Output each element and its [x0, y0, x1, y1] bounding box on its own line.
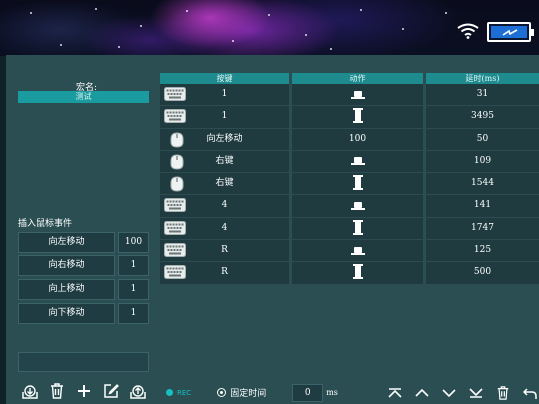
- table-row[interactable]: R 500: [160, 262, 539, 285]
- move-down-value[interactable]: 1: [118, 303, 149, 324]
- key-text: 1: [221, 111, 228, 122]
- key-text: 右键: [215, 178, 234, 189]
- wifi-icon: [457, 23, 479, 42]
- action-cell: [292, 217, 426, 240]
- key-cell: 1: [160, 84, 292, 106]
- left-toolbar: [20, 381, 148, 401]
- move-up-value[interactable]: 1: [118, 279, 149, 300]
- fixed-time-label: 固定时间: [230, 389, 267, 399]
- key-text: 向左移动: [206, 133, 243, 144]
- battery-icon: [487, 22, 534, 42]
- key-release-up-icon: [352, 219, 363, 235]
- table-row[interactable]: 4 1747: [160, 217, 539, 241]
- table-row[interactable]: 1 31: [160, 84, 539, 107]
- rec-indicator-icon[interactable]: [166, 389, 173, 396]
- macro-events-table: 按键 动作 延时(ms) 1 31 1 3495 向左移动 100 50 右键 109 右键 154…: [160, 73, 539, 285]
- ms-label: ms: [326, 388, 338, 397]
- key-release-up-icon: [352, 175, 363, 191]
- table-row[interactable]: 1 3495: [160, 106, 539, 129]
- delay-cell[interactable]: 500: [426, 262, 539, 283]
- left-panel: 宏名: 测试 插入鼠标事件 向左移动 100 向右移动 1 向上移动 1 向下移…: [6, 55, 156, 404]
- delay-cell[interactable]: 50: [426, 129, 539, 150]
- move-bottom-icon[interactable]: [467, 384, 485, 402]
- move-up-button[interactable]: 向上移动: [18, 279, 115, 300]
- keyboard-icon: [164, 265, 186, 288]
- import-icon[interactable]: [20, 381, 40, 401]
- bottom-bar: REC 固定时间 0 ms: [160, 381, 539, 404]
- key-text: R: [221, 245, 228, 256]
- trash-icon[interactable]: [47, 381, 67, 401]
- table-row[interactable]: 向左移动 100 50: [160, 128, 539, 151]
- key-text: 4: [221, 222, 228, 233]
- export-icon[interactable]: [128, 381, 148, 401]
- delay-cell[interactable]: 31: [426, 84, 539, 105]
- delay-cell[interactable]: 1544: [426, 173, 539, 194]
- key-text: 1: [221, 89, 228, 99]
- key-press-down-icon: [350, 245, 365, 255]
- table-row[interactable]: R 125: [160, 240, 539, 263]
- move-up-icon[interactable]: [413, 384, 431, 402]
- table-header: 按键 动作 延时(ms): [160, 73, 539, 84]
- key-cell: 4: [160, 195, 292, 217]
- header-delay: 延时(ms): [426, 73, 539, 84]
- key-release-up-icon: [352, 264, 363, 280]
- key-text: R: [221, 267, 228, 278]
- move-right-button[interactable]: 向右移动: [18, 255, 115, 276]
- plus-icon[interactable]: [74, 381, 94, 401]
- key-cell: 1: [160, 106, 292, 128]
- key-release-up-icon: [352, 108, 363, 124]
- action-cell: 100: [292, 128, 426, 150]
- key-cell: 右键: [160, 150, 292, 173]
- trash-icon[interactable]: [494, 384, 512, 402]
- delay-cell[interactable]: 3495: [426, 106, 539, 127]
- delay-cell[interactable]: 141: [426, 195, 539, 216]
- key-press-down-icon: [350, 200, 365, 210]
- undo-icon[interactable]: [521, 384, 539, 402]
- action-cell: [292, 106, 426, 128]
- action-cell: [292, 240, 426, 262]
- key-text: 4: [221, 200, 228, 211]
- header-action: 动作: [292, 73, 426, 84]
- move-left-value[interactable]: 100: [118, 232, 149, 253]
- key-text: 右键: [215, 155, 234, 166]
- key-press-down-icon: [350, 156, 365, 166]
- action-cell: [292, 262, 426, 284]
- header-key: 按键: [160, 73, 292, 84]
- move-down-button[interactable]: 向下移动: [18, 303, 115, 324]
- move-down-icon[interactable]: [440, 384, 458, 402]
- table-row[interactable]: 4 141: [160, 195, 539, 218]
- key-cell: 向左移动: [160, 128, 292, 150]
- move-right-value[interactable]: 1: [118, 255, 149, 276]
- action-cell: [292, 173, 426, 195]
- key-cell: R: [160, 240, 292, 262]
- space-background: [0, 0, 539, 56]
- macro-name-field[interactable]: 测试: [18, 91, 149, 103]
- key-cell: 4: [160, 217, 292, 240]
- action-cell: [292, 195, 426, 217]
- fixed-time-input[interactable]: 0: [292, 383, 324, 402]
- macro-editor-panel: 宏名: 测试 插入鼠标事件 向左移动 100 向右移动 1 向上移动 1 向下移…: [6, 55, 539, 404]
- insert-mouse-event-label: 插入鼠标事件: [18, 219, 73, 229]
- delay-cell[interactable]: 125: [426, 240, 539, 261]
- table-row[interactable]: 右键 109: [160, 150, 539, 174]
- row-tools: [386, 384, 539, 402]
- action-cell: [292, 150, 426, 173]
- macro-list-input[interactable]: [18, 352, 149, 372]
- table-row[interactable]: 右键 1544: [160, 173, 539, 196]
- rec-label[interactable]: REC: [177, 389, 191, 397]
- action-text: 100: [348, 133, 367, 144]
- table-body: 1 31 1 3495 向左移动 100 50 右键 109 右键 1544 4 141 4 1747 R 12…: [160, 84, 539, 285]
- key-cell: R: [160, 262, 292, 284]
- key-press-down-icon: [350, 89, 365, 99]
- move-top-icon[interactable]: [386, 384, 404, 402]
- delay-cell[interactable]: 109: [426, 151, 539, 172]
- fixed-time-radio[interactable]: [217, 388, 227, 397]
- action-cell: [292, 84, 426, 106]
- move-left-button[interactable]: 向左移动: [18, 232, 115, 253]
- key-cell: 右键: [160, 173, 292, 195]
- delay-cell[interactable]: 1747: [426, 218, 539, 239]
- edit-icon[interactable]: [101, 381, 121, 401]
